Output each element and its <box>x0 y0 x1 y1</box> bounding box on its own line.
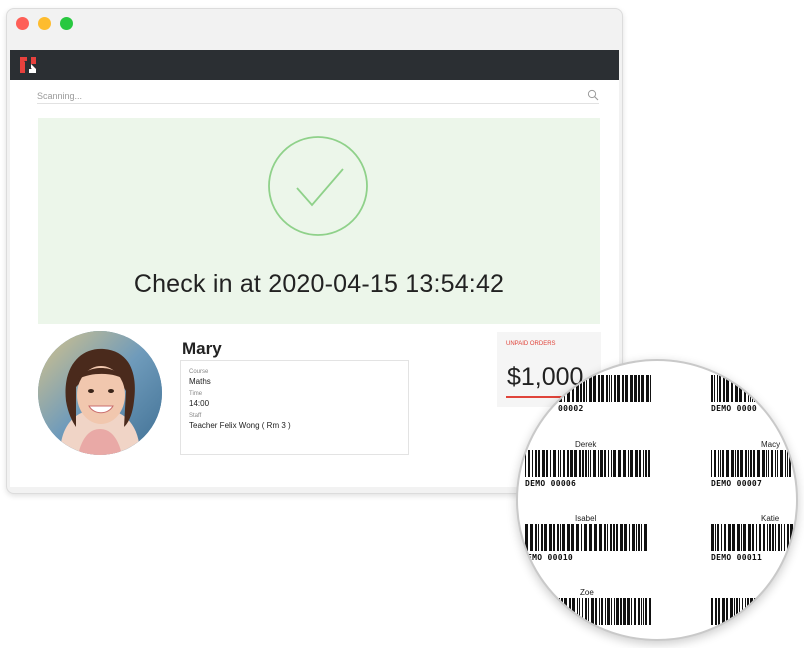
barcode-image <box>711 524 795 551</box>
course-value: Maths <box>189 377 211 386</box>
barcode-image <box>525 450 650 477</box>
tag-name: Macy <box>761 440 781 449</box>
barcode-code: EMO 00010 <box>527 553 574 562</box>
tag-name: Derek <box>575 440 597 449</box>
check-circle-icon <box>268 136 368 236</box>
barcode-code: 00002 <box>558 404 584 413</box>
checkin-success-panel: Check in at 2020-04-15 13:54:42 <box>38 118 600 324</box>
barcode-image <box>556 598 651 625</box>
staff-value: Teacher Felix Wong ( Rm 3 ) <box>189 421 291 430</box>
barcode-image <box>525 524 647 551</box>
barcode-code: DEMO 00011 <box>711 553 763 562</box>
top-navbar <box>10 50 619 80</box>
course-label: Course <box>189 369 209 375</box>
barcode-image <box>556 375 651 402</box>
app-content: Check in at 2020-04-15 13:54:42 <box>10 50 619 487</box>
barcode-code: DEMO 0000 <box>711 404 758 413</box>
checkin-message: Check in at 2020-04-15 13:54:42 <box>133 270 505 298</box>
time-label: Time <box>189 391 203 397</box>
time-value: 14:00 <box>189 399 210 408</box>
tag-name: Katie <box>761 514 780 523</box>
barcode-image <box>711 450 791 477</box>
student-name: Mary <box>182 339 222 358</box>
maximize-window-button[interactable] <box>60 17 73 30</box>
student-details-card: Course Maths Time 14:00 Staff Teacher Fe… <box>180 360 409 455</box>
barcode-code: DEMO 00006 <box>525 479 577 488</box>
student-photo-avatar <box>38 331 162 455</box>
tag-name: Zoe <box>580 588 594 597</box>
barcode-image <box>711 375 795 402</box>
barcode-magnifier: 00002 DEMO 0000 Derek DEMO 00006 Macy DE… <box>516 359 798 641</box>
tag-name: Isabel <box>575 514 597 523</box>
unpaid-orders-label: UNPAID ORDERS <box>506 341 556 347</box>
brand-logo-icon[interactable] <box>19 56 37 74</box>
scan-input[interactable] <box>37 88 577 103</box>
staff-label: Staff <box>189 413 202 419</box>
search-icon[interactable] <box>587 89 599 101</box>
close-window-button[interactable] <box>16 17 29 30</box>
scan-search-bar <box>37 88 599 104</box>
minimize-window-button[interactable] <box>38 17 51 30</box>
barcode-image <box>711 598 769 625</box>
browser-window: Check in at 2020-04-15 13:54:42 <box>6 8 623 494</box>
barcode-code: DEMO 00007 <box>711 479 763 488</box>
